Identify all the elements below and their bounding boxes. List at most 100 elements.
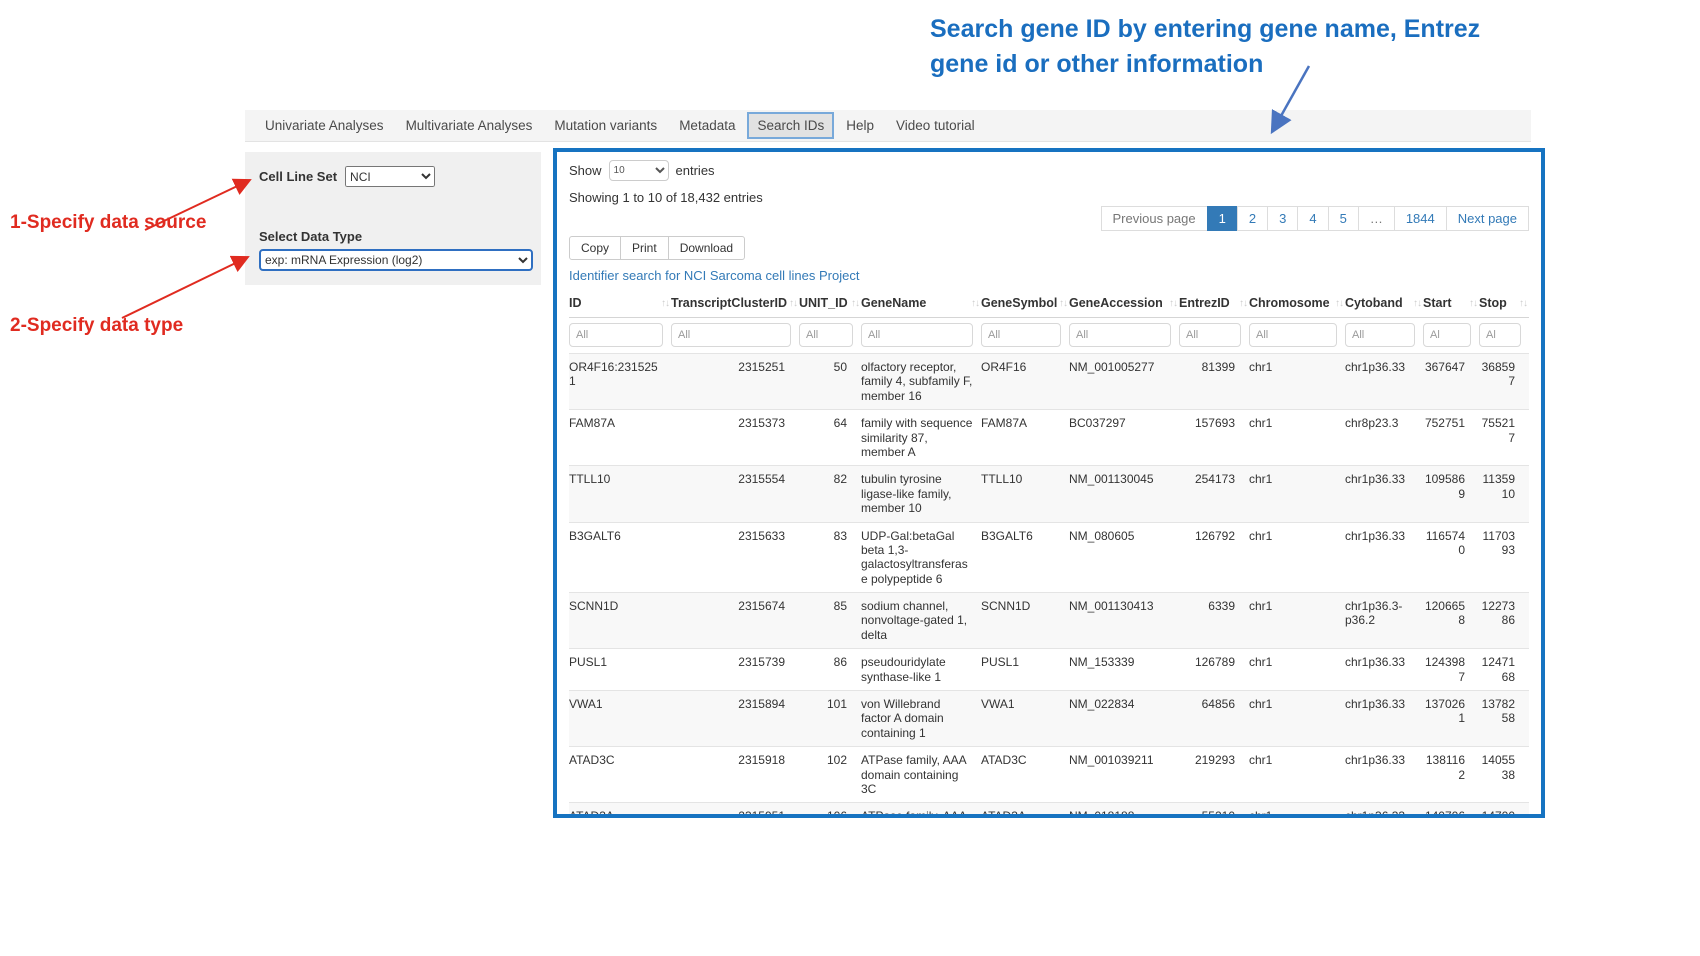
cell-unit-id: 106 xyxy=(799,803,861,818)
identifier-search-link[interactable]: Identifier search for NCI Sarcoma cell l… xyxy=(569,268,859,283)
cell-genesymbol: ATAD3A xyxy=(981,803,1069,818)
nav-tabs: Univariate AnalysesMultivariate Analyses… xyxy=(245,110,1531,142)
cell-geneaccession: NM_080605 xyxy=(1069,522,1179,593)
filter-input-genesymbol[interactable] xyxy=(981,323,1061,347)
column-header-entrezid[interactable]: EntrezID↑↓ xyxy=(1179,290,1249,318)
cell-transcriptclusterid: 2315633 xyxy=(671,522,799,593)
column-label: EntrezID xyxy=(1179,296,1230,310)
tab-video-tutorial[interactable]: Video tutorial xyxy=(886,112,985,139)
table-row[interactable]: OR4F16:2315251231525150olfactory recepto… xyxy=(569,354,1529,410)
tab-help[interactable]: Help xyxy=(836,112,884,139)
tab-univariate-analyses[interactable]: Univariate Analyses xyxy=(255,112,394,139)
cell-transcriptclusterid: 2315739 xyxy=(671,649,799,691)
cell-entrezid: 254173 xyxy=(1179,466,1249,522)
table-row[interactable]: SCNN1D231567485sodium channel, nonvoltag… xyxy=(569,593,1529,649)
tab-multivariate-analyses[interactable]: Multivariate Analyses xyxy=(396,112,543,139)
cell-transcriptclusterid: 2315951 xyxy=(671,803,799,818)
column-header-chromosome[interactable]: Chromosome↑↓ xyxy=(1249,290,1345,318)
filter-input-id[interactable] xyxy=(569,323,663,347)
filter-input-start[interactable] xyxy=(1423,323,1471,347)
table-row[interactable]: VWA12315894101von Willebrand factor A do… xyxy=(569,691,1529,747)
column-label: Stop xyxy=(1479,296,1507,310)
filter-input-cytoband[interactable] xyxy=(1345,323,1415,347)
cell-cytoband: chr1p36.33 xyxy=(1345,747,1423,803)
cell-unit-id: 83 xyxy=(799,522,861,593)
cell-unit-id: 50 xyxy=(799,354,861,410)
cell-genename: ATPase family, AAA domain containing 3C xyxy=(861,747,981,803)
pagination: Previous page12345…1844Next page xyxy=(1102,206,1529,231)
page-1[interactable]: 1 xyxy=(1207,206,1238,231)
cell-entrezid: 6339 xyxy=(1179,593,1249,649)
cell-cytoband: chr1p36.33 xyxy=(1345,691,1423,747)
page-4[interactable]: 4 xyxy=(1297,206,1328,231)
column-header-cytoband[interactable]: Cytoband↑↓ xyxy=(1345,290,1423,318)
cell-start: 1370261 xyxy=(1423,691,1479,747)
column-header-start[interactable]: Start↑↓ xyxy=(1423,290,1479,318)
copy-button[interactable]: Copy xyxy=(569,236,621,260)
cell-genename: olfactory receptor, family 4, subfamily … xyxy=(861,354,981,410)
cell-unit-id: 102 xyxy=(799,747,861,803)
sort-icon: ↑↓ xyxy=(1519,298,1527,309)
cell-id: ATAD3C xyxy=(569,747,671,803)
table-body: OR4F16:2315251231525150olfactory recepto… xyxy=(569,354,1529,819)
cell-stop: 755217 xyxy=(1479,410,1529,466)
cell-cytoband: chr1p36.3-p36.2 xyxy=(1345,593,1423,649)
column-header-transcriptclusterid[interactable]: TranscriptClusterID↑↓ xyxy=(671,290,799,318)
page-ellipsis: … xyxy=(1358,206,1395,231)
filter-input-genename[interactable] xyxy=(861,323,973,347)
cell-unit-id: 85 xyxy=(799,593,861,649)
filter-input-geneaccession[interactable] xyxy=(1069,323,1171,347)
data-type-select[interactable]: exp: mRNA Expression (log2) xyxy=(259,249,533,271)
tab-mutation-variants[interactable]: Mutation variants xyxy=(544,112,667,139)
cell-stop: 1227386 xyxy=(1479,593,1529,649)
show-entries-select[interactable]: 10 xyxy=(609,160,669,181)
print-button[interactable]: Print xyxy=(620,236,669,260)
table-row[interactable]: PUSL1231573986pseudouridylate synthase-l… xyxy=(569,649,1529,691)
column-label: GeneAccession xyxy=(1069,296,1163,310)
table-row[interactable]: ATAD3C2315918102ATPase family, AAA domai… xyxy=(569,747,1529,803)
results-panel: Show 10 entries Showing 1 to 10 of 18,43… xyxy=(553,148,1545,818)
cell-transcriptclusterid: 2315674 xyxy=(671,593,799,649)
gene-table: ID↑↓TranscriptClusterID↑↓UNIT_ID↑↓GeneNa… xyxy=(569,290,1529,818)
filter-input-chromosome[interactable] xyxy=(1249,323,1337,347)
cell-genesymbol: VWA1 xyxy=(981,691,1069,747)
column-header-genesymbol[interactable]: GeneSymbol↑↓ xyxy=(981,290,1069,318)
filter-input-transcriptclusterid[interactable] xyxy=(671,323,791,347)
cell-id: SCNN1D xyxy=(569,593,671,649)
cell-transcriptclusterid: 2315554 xyxy=(671,466,799,522)
page-5[interactable]: 5 xyxy=(1328,206,1359,231)
page-3[interactable]: 3 xyxy=(1267,206,1298,231)
page-previous-page[interactable]: Previous page xyxy=(1101,206,1208,231)
filter-input-stop[interactable] xyxy=(1479,323,1521,347)
column-label: TranscriptClusterID xyxy=(671,296,787,310)
cell-geneaccession: NM_022834 xyxy=(1069,691,1179,747)
cell-chromosome: chr1 xyxy=(1249,747,1345,803)
column-header-unit-id[interactable]: UNIT_ID↑↓ xyxy=(799,290,861,318)
filter-input-unit-id[interactable] xyxy=(799,323,853,347)
table-row[interactable]: ATAD3A2315951106ATPase family, AAA domai… xyxy=(569,803,1529,818)
page-2[interactable]: 2 xyxy=(1237,206,1268,231)
column-header-id[interactable]: ID↑↓ xyxy=(569,290,671,318)
tab-search-ids[interactable]: Search IDs xyxy=(747,112,834,139)
column-header-stop[interactable]: Stop ↑↓ xyxy=(1479,290,1529,318)
cell-transcriptclusterid: 2315251 xyxy=(671,354,799,410)
column-header-genename[interactable]: GeneName↑↓ xyxy=(861,290,981,318)
table-row[interactable]: TTLL10231555482tubulin tyrosine ligase-l… xyxy=(569,466,1529,522)
cell-line-set-select[interactable]: NCI xyxy=(345,166,435,187)
sort-icon: ↑↓ xyxy=(1335,298,1343,309)
column-label: ID xyxy=(569,296,582,310)
column-label: GeneName xyxy=(861,296,926,310)
column-label: GeneSymbol xyxy=(981,296,1057,310)
show-label: Show xyxy=(569,163,602,178)
tab-metadata[interactable]: Metadata xyxy=(669,112,745,139)
download-button[interactable]: Download xyxy=(668,236,745,260)
table-row[interactable]: FAM87A231537364family with sequence simi… xyxy=(569,410,1529,466)
page-next-page[interactable]: Next page xyxy=(1446,206,1529,231)
cell-chromosome: chr1 xyxy=(1249,803,1345,818)
page-1844[interactable]: 1844 xyxy=(1394,206,1447,231)
column-header-geneaccession[interactable]: GeneAccession↑↓ xyxy=(1069,290,1179,318)
filter-input-entrezid[interactable] xyxy=(1179,323,1241,347)
cell-start: 1206658 xyxy=(1423,593,1479,649)
table-row[interactable]: B3GALT6231563383UDP-Gal:betaGal beta 1,3… xyxy=(569,522,1529,593)
cell-geneaccession: NM_018188 xyxy=(1069,803,1179,818)
